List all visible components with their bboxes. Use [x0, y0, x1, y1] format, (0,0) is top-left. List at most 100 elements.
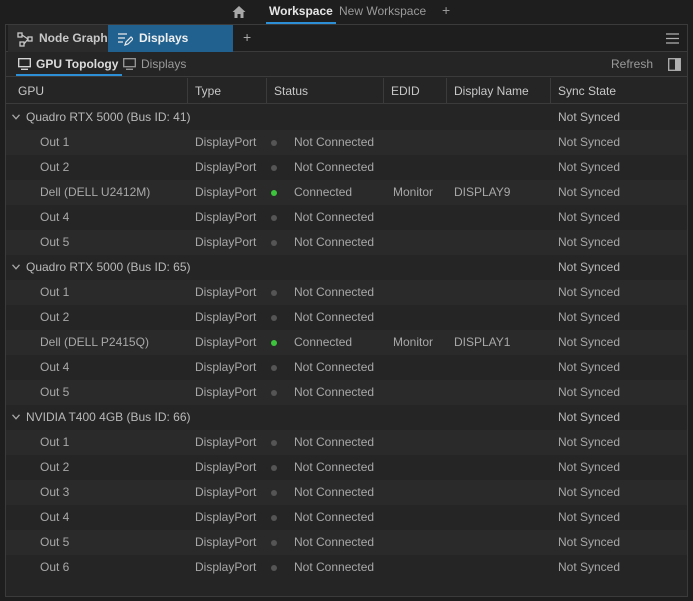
output-name: Dell (DELL P2415Q): [40, 335, 149, 349]
status-indicator-icon: [271, 365, 277, 371]
refresh-button[interactable]: Refresh: [611, 57, 653, 71]
sync-state: Not Synced: [558, 135, 621, 149]
output-status: Connected: [294, 185, 353, 199]
output-row[interactable]: Dell (DELL U2412M) DisplayPort Connected Mo…: [6, 180, 687, 205]
output-row[interactable]: Out 1 DisplayPort Not Connected Not Synced: [6, 130, 687, 155]
tab-gpu-topology-label: GPU Topology: [36, 57, 119, 71]
output-row[interactable]: Out 5 DisplayPort Not Connected Not Synced: [6, 230, 687, 255]
sync-state: Not Synced: [558, 310, 621, 324]
status-indicator-icon: [271, 540, 277, 546]
output-row[interactable]: Out 6 DisplayPort Not Connected Not Synced: [6, 555, 687, 580]
output-name: Out 2: [40, 310, 70, 324]
tab-node-graph-label: Node Graph: [39, 31, 108, 45]
output-display-name: DISPLAY9: [454, 185, 511, 199]
output-status: Not Connected: [294, 135, 375, 149]
sync-state: Not Synced: [558, 235, 621, 249]
new-workspace-tab[interactable]: New Workspace: [336, 0, 429, 24]
column-header-edid[interactable]: EDID: [383, 78, 443, 104]
output-status: Not Connected: [294, 510, 375, 524]
output-status: Not Connected: [294, 460, 375, 474]
status-indicator-icon: [271, 165, 277, 171]
output-type: DisplayPort: [195, 160, 257, 174]
status-indicator-icon: [271, 490, 277, 496]
output-name: Out 5: [40, 535, 70, 549]
sync-state: Not Synced: [558, 385, 621, 399]
output-status: Not Connected: [294, 435, 375, 449]
output-row[interactable]: Out 2 DisplayPort Not Connected Not Synced: [6, 305, 687, 330]
monitor-icon: [123, 58, 136, 70]
workspace-tab[interactable]: Workspace: [266, 0, 336, 24]
output-status: Not Connected: [294, 485, 375, 499]
add-workspace-button[interactable]: +: [442, 2, 450, 18]
tab-displays-control[interactable]: Displays Control: [108, 25, 233, 72]
column-header-type[interactable]: Type: [187, 78, 261, 104]
output-row[interactable]: Out 2 DisplayPort Not Connected Not Synced: [6, 155, 687, 180]
sync-state: Not Synced: [558, 185, 621, 199]
node-graph-icon: [17, 32, 33, 47]
gpu-group-row[interactable]: NVIDIA T400 4GB (Bus ID: 66) Not Synced: [6, 405, 687, 430]
output-type: DisplayPort: [195, 335, 257, 349]
status-indicator-icon: [271, 440, 277, 446]
sync-state: Not Synced: [558, 335, 621, 349]
column-header-sync-state[interactable]: Sync State: [550, 78, 687, 104]
output-display-name: DISPLAY1: [454, 335, 511, 349]
output-row[interactable]: Out 2 DisplayPort Not Connected Not Synced: [6, 455, 687, 480]
output-row[interactable]: Out 3 DisplayPort Not Connected Not Synced: [6, 480, 687, 505]
output-row[interactable]: Out 4 DisplayPort Not Connected Not Synced: [6, 505, 687, 530]
status-indicator-icon: [271, 565, 277, 571]
output-row[interactable]: Out 5 DisplayPort Not Connected Not Synced: [6, 530, 687, 555]
status-indicator-icon: [271, 140, 277, 146]
output-row[interactable]: Dell (DELL P2415Q) DisplayPort Connected Mo…: [6, 330, 687, 355]
sub-tab-bar: GPU Topology Displays Refresh: [6, 53, 687, 77]
output-status: Not Connected: [294, 235, 375, 249]
tab-node-graph[interactable]: Node Graph: [8, 25, 108, 52]
output-name: Out 2: [40, 460, 70, 474]
output-type: DisplayPort: [195, 185, 257, 199]
output-name: Out 4: [40, 210, 70, 224]
hamburger-menu-icon[interactable]: [666, 33, 679, 44]
status-indicator-icon: [271, 240, 277, 246]
output-type: DisplayPort: [195, 485, 257, 499]
output-row[interactable]: Out 4 DisplayPort Not Connected Not Synced: [6, 355, 687, 380]
output-type: DisplayPort: [195, 560, 257, 574]
chevron-down-icon[interactable]: [12, 414, 20, 420]
sync-state: Not Synced: [558, 210, 621, 224]
gpu-name: Quadro RTX 5000 (Bus ID: 65): [26, 260, 191, 274]
gpu-group-row[interactable]: Quadro RTX 5000 (Bus ID: 65) Not Synced: [6, 255, 687, 280]
status-indicator-icon: [271, 465, 277, 471]
output-row[interactable]: Out 1 DisplayPort Not Connected Not Synced: [6, 280, 687, 305]
status-indicator-icon: [271, 215, 277, 221]
output-type: DisplayPort: [195, 310, 257, 324]
output-row[interactable]: Out 5 DisplayPort Not Connected Not Synced: [6, 380, 687, 405]
displays-control-icon: [118, 33, 133, 46]
sync-state: Not Synced: [558, 260, 621, 274]
output-status: Not Connected: [294, 560, 375, 574]
sync-state: Not Synced: [558, 485, 621, 499]
add-panel-tab-button[interactable]: +: [243, 29, 251, 45]
side-panel-toggle-icon[interactable]: [668, 58, 681, 71]
sync-state: Not Synced: [558, 510, 621, 524]
sync-state: Not Synced: [558, 285, 621, 299]
chevron-down-icon[interactable]: [12, 114, 20, 120]
output-status: Not Connected: [294, 310, 375, 324]
sync-state: Not Synced: [558, 460, 621, 474]
output-row[interactable]: Out 4 DisplayPort Not Connected Not Synced: [6, 205, 687, 230]
panel-tab-bar: Node Graph Displays Control +: [6, 25, 687, 72]
home-icon[interactable]: [231, 4, 247, 20]
gpu-group-row[interactable]: Quadro RTX 5000 (Bus ID: 41) Not Synced: [6, 105, 687, 130]
output-status: Connected: [294, 335, 353, 349]
tab-displays[interactable]: Displays: [121, 53, 186, 76]
gpu-name: Quadro RTX 5000 (Bus ID: 41): [26, 110, 191, 124]
chevron-down-icon[interactable]: [12, 264, 20, 270]
status-indicator-icon: [271, 390, 277, 396]
output-type: DisplayPort: [195, 210, 257, 224]
tab-gpu-topology[interactable]: GPU Topology: [16, 53, 123, 76]
column-header-display-name[interactable]: Display Name: [446, 78, 548, 104]
output-row[interactable]: Out 1 DisplayPort Not Connected Not Synced: [6, 430, 687, 455]
output-type: DisplayPort: [195, 385, 257, 399]
column-header-status[interactable]: Status: [266, 78, 381, 104]
sync-state: Not Synced: [558, 535, 621, 549]
column-header-gpu[interactable]: GPU: [11, 78, 186, 104]
sync-state: Not Synced: [558, 410, 621, 424]
output-status: Not Connected: [294, 210, 375, 224]
